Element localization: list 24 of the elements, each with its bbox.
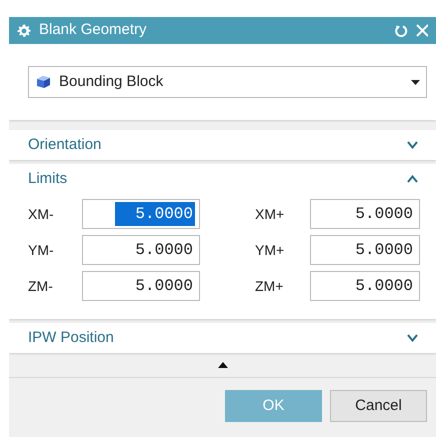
cube-icon bbox=[35, 74, 52, 90]
close-icon[interactable] bbox=[416, 24, 428, 37]
dropdown-caret-icon bbox=[411, 80, 420, 84]
field-label: XM- bbox=[28, 204, 55, 224]
section-header[interactable]: Limits bbox=[9, 164, 436, 194]
number-field[interactable]: 5.0000 bbox=[82, 199, 200, 229]
number-field[interactable]: 5.0000 bbox=[310, 235, 420, 265]
number-field[interactable]: 5.0000 bbox=[82, 271, 200, 301]
window-title: Blank Geometry bbox=[39, 20, 148, 40]
field-label: YM- bbox=[28, 240, 55, 260]
field-label: ZM- bbox=[28, 276, 54, 296]
reset-icon[interactable] bbox=[394, 24, 408, 38]
type-dropdown[interactable]: Bounding Block bbox=[28, 66, 427, 98]
field-label: YM+ bbox=[255, 240, 286, 260]
section-header[interactable]: IPW Position bbox=[9, 323, 436, 353]
section-header[interactable]: Orientation bbox=[9, 130, 436, 160]
cancel-button[interactable]: Cancel bbox=[330, 390, 427, 422]
settings-icon[interactable] bbox=[17, 24, 31, 38]
collapse-arrow-icon[interactable] bbox=[218, 362, 228, 368]
field-label: ZM+ bbox=[255, 276, 284, 296]
number-field[interactable]: 5.0000 bbox=[82, 235, 200, 265]
number-field[interactable]: 5.0000 bbox=[310, 199, 420, 229]
number-field[interactable]: 5.0000 bbox=[310, 271, 420, 301]
field-label: XM+ bbox=[255, 204, 286, 224]
